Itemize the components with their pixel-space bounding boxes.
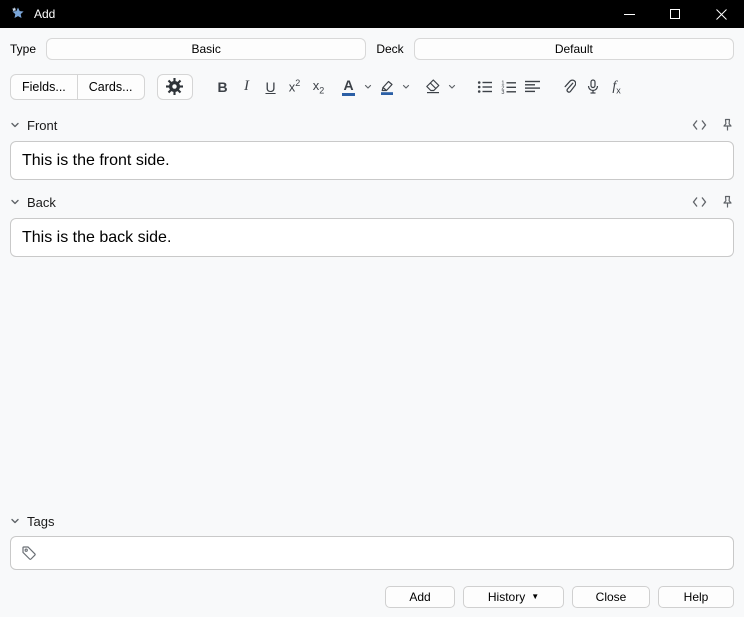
eraser-icon [425,79,439,94]
superscript-button[interactable]: x2 [283,74,307,100]
paperclip-icon [564,79,576,93]
chevron-down-icon [448,84,455,89]
collapse-tags-button[interactable] [10,516,20,526]
notetype-select-button[interactable]: Basic [46,38,367,60]
bold-button[interactable]: B [211,74,235,100]
editor-toolbar: Fields... Cards... B I U x2 x2 A 1 2 3 f… [10,73,734,100]
notetype-deck-row: Type Basic Deck Default [10,38,735,60]
dialog-buttons: Add History ▼ Close Help [10,586,734,608]
subscript-button[interactable]: x2 [307,74,331,100]
back-field-input[interactable]: This is the back side. [10,218,734,257]
text-color-dropdown-button[interactable] [361,74,375,100]
front-field-label: Front [27,117,58,133]
help-button[interactable]: Help [658,586,734,608]
text-color-button[interactable]: A [337,74,361,100]
pin-icon [723,118,732,131]
svg-text:3: 3 [501,89,504,93]
maximize-button[interactable] [652,0,698,28]
remove-formatting-dropdown-button[interactable] [445,74,459,100]
minimize-icon [623,13,635,15]
minimize-button[interactable] [606,0,652,28]
list-group: 123 [473,74,545,100]
highlight-color-dropdown-button[interactable] [399,74,413,100]
fields-cards-group: Fields... Cards... [10,73,145,100]
media-group: fx [557,74,629,100]
maximize-icon [670,9,680,19]
ordered-list-button[interactable]: 123 [497,74,521,100]
back-pin-button[interactable] [721,195,734,209]
unordered-list-button[interactable] [473,74,497,100]
collapse-back-button[interactable] [10,197,20,207]
close-icon [715,8,727,20]
code-icon [692,197,707,207]
front-field-input[interactable]: This is the front side. [10,141,734,180]
front-field-header: Front [10,115,734,135]
pin-icon [723,195,732,208]
gear-icon [166,78,184,95]
add-note-dialog: Type Basic Deck Default Fields... Cards.… [0,28,744,617]
add-button[interactable]: Add [385,586,455,608]
fields-button[interactable]: Fields... [10,73,78,100]
highlighter-icon [380,80,393,95]
tags-label: Tags [27,513,55,529]
cards-button[interactable]: Cards... [76,73,145,100]
microphone-icon [587,78,598,94]
deck-select-button[interactable]: Default [413,38,735,60]
attach-media-button[interactable] [557,74,581,100]
highlight-color-button[interactable] [375,74,399,100]
collapse-front-button[interactable] [10,120,20,130]
text-alignment-button[interactable] [521,74,545,100]
remove-formatting-button[interactable] [421,74,445,100]
empty-area [10,257,734,496]
chevron-down-icon [402,84,409,89]
front-html-editor-button[interactable] [692,119,707,131]
underline-button[interactable]: U [259,74,283,100]
app-icon [10,6,26,22]
back-field-header: Back [10,192,734,212]
chevron-down-icon [11,199,19,205]
erase-group [421,74,459,100]
back-field-label: Back [27,194,56,210]
close-window-button[interactable] [698,0,744,28]
dropdown-arrow-icon: ▼ [531,592,540,601]
window-title: Add [34,7,56,21]
deck-label: Deck [376,42,404,56]
italic-button[interactable]: I [235,74,259,100]
color-group: A [337,74,413,100]
bullet-list-icon [477,80,492,93]
back-html-editor-button[interactable] [692,196,707,208]
format-group: B I U x2 x2 [211,74,331,100]
anki-logo-icon [12,7,24,18]
close-button[interactable]: Close [572,586,650,608]
front-pin-button[interactable] [721,118,734,132]
numbered-list-icon: 123 [501,80,516,94]
chevron-down-icon [364,84,371,89]
record-audio-button[interactable] [581,74,605,100]
history-button[interactable]: History ▼ [463,586,564,608]
tags-input[interactable] [10,536,734,570]
chevron-down-icon [11,518,19,524]
code-icon [692,120,707,130]
chevron-down-icon [11,122,19,128]
tags-header: Tags [10,511,734,531]
titlebar: Add [0,0,744,28]
tag-icon [22,546,36,560]
align-text-icon [525,80,541,93]
settings-button[interactable] [156,73,193,100]
type-label: Type [10,42,37,56]
equation-button[interactable]: fx [605,74,629,100]
